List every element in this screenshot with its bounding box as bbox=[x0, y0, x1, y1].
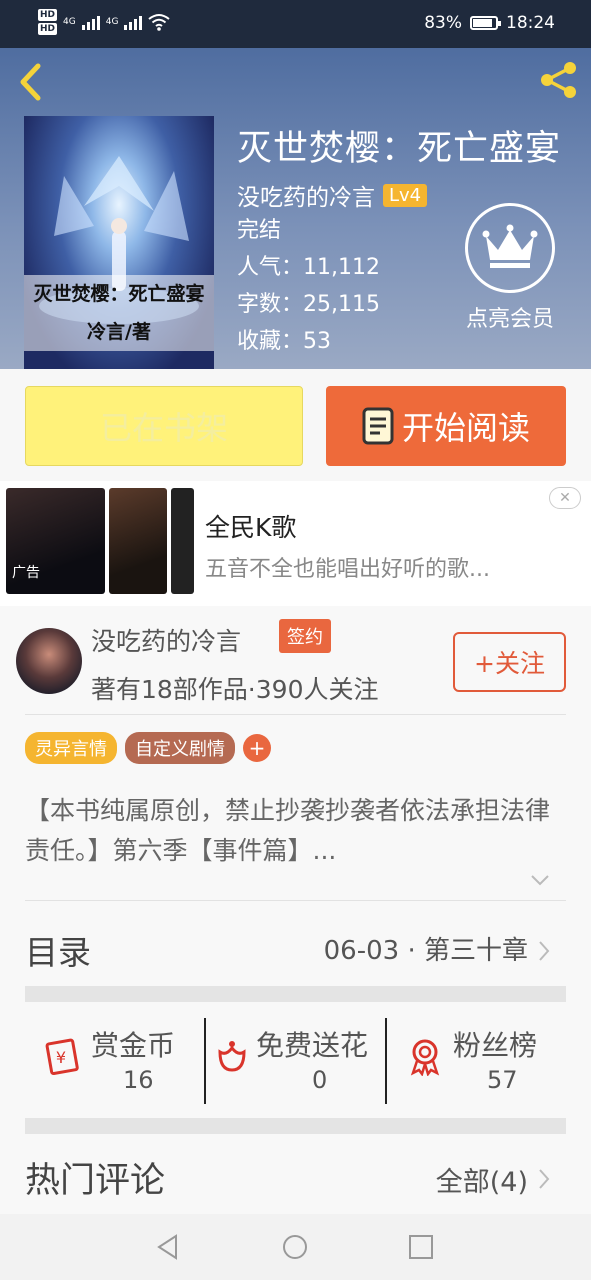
cover-caption: 灭世焚樱：死亡盛宴 冷言/著 bbox=[24, 275, 214, 351]
fan-ranking-button[interactable]: 粉丝榜 57 bbox=[385, 1018, 566, 1104]
chevron-right-icon bbox=[539, 1169, 550, 1189]
reward-coins-button[interactable]: ¥ 赏金币 16 bbox=[25, 1018, 204, 1104]
back-triangle-icon[interactable] bbox=[154, 1233, 182, 1261]
red-envelope-icon: ¥ bbox=[45, 1038, 79, 1076]
hd-badge-1: HD bbox=[38, 9, 58, 21]
reward-value: 16 bbox=[123, 1066, 154, 1094]
author-level-badge: Lv4 bbox=[383, 183, 428, 207]
book-cover[interactable]: 灭世焚樱：死亡盛宴 冷言/著 bbox=[24, 116, 214, 369]
ad-close-button[interactable]: ✕ bbox=[549, 487, 581, 509]
home-circle-icon[interactable] bbox=[281, 1233, 309, 1261]
tag-item[interactable]: 自定义剧情 bbox=[125, 732, 235, 764]
battery-percent: 83% bbox=[424, 13, 462, 33]
in-shelf-label: 已在书架 bbox=[99, 409, 228, 447]
ad-banner[interactable]: 广告 全民K歌 五音不全也能唱出好听的歌... ✕ bbox=[0, 481, 591, 606]
ad-description: 五音不全也能唱出好听的歌... bbox=[205, 557, 490, 582]
toc-title: 目录 bbox=[25, 933, 91, 972]
book-description[interactable]: 【本书纯属原创，禁止抄袭抄袭者依法承担法律责任。】第六季【事件篇】... bbox=[25, 791, 555, 871]
clock: 18:24 bbox=[506, 13, 555, 33]
network-type-2: 4G bbox=[105, 17, 119, 27]
svg-text:¥: ¥ bbox=[56, 1048, 66, 1067]
section-band bbox=[25, 1118, 566, 1134]
cover-title: 灭世焚樱：死亡盛宴 bbox=[33, 283, 205, 305]
member-button[interactable]: 点亮会员 bbox=[455, 203, 565, 333]
author-stats: 著有18部作品·390人关注 bbox=[91, 675, 379, 704]
medal-icon bbox=[410, 1039, 440, 1076]
status-bar: HD HD 4G 4G 83% 18:24 bbox=[0, 0, 591, 48]
author-name[interactable]: 没吃药的冷言 bbox=[91, 622, 241, 658]
book-details: 没吃药的冷言 签约 著有18部作品·390人关注 +关注 灵异言情 自定义剧情 … bbox=[0, 606, 591, 1214]
start-reading-label: 开始阅读 bbox=[401, 409, 530, 447]
all-comments-link[interactable]: 全部(4) bbox=[436, 1160, 528, 1199]
signed-badge: 签约 bbox=[279, 619, 331, 653]
follow-button[interactable]: +关注 bbox=[453, 632, 566, 692]
book-author[interactable]: 没吃药的冷言 bbox=[237, 178, 375, 212]
reward-value: 57 bbox=[487, 1066, 518, 1094]
reward-label: 免费送花 bbox=[256, 1029, 369, 1062]
hd-badge-2: HD bbox=[38, 23, 58, 35]
reward-bar: ¥ 赏金币 16 免费送花 0 粉丝榜 57 bbox=[25, 1018, 566, 1104]
reward-label: 粉丝榜 bbox=[453, 1029, 538, 1062]
cover-author: 冷言/著 bbox=[87, 321, 151, 343]
avatar[interactable] bbox=[16, 628, 82, 694]
tag-list: 灵异言情 自定义剧情 + bbox=[25, 732, 271, 764]
crown-icon bbox=[482, 224, 538, 268]
table-of-contents-row[interactable]: 目录 06-03 · 第三十章 bbox=[25, 924, 566, 986]
in-shelf-button[interactable]: 已在书架 bbox=[25, 386, 303, 466]
start-reading-button[interactable]: 开始阅读 bbox=[326, 386, 566, 466]
hot-comments-row[interactable]: 热门评论 全部(4) bbox=[25, 1144, 566, 1204]
ad-image-3 bbox=[171, 488, 194, 594]
book-icon bbox=[362, 407, 394, 445]
tag-item[interactable]: 灵异言情 bbox=[25, 732, 117, 764]
action-bar: 已在书架 开始阅读 bbox=[0, 369, 591, 481]
ad-image: 广告 bbox=[6, 488, 105, 594]
ad-image-2 bbox=[109, 488, 167, 594]
expand-chevron-icon[interactable] bbox=[530, 874, 550, 886]
chevron-right-icon bbox=[539, 941, 550, 961]
divider bbox=[25, 714, 566, 715]
follow-label: +关注 bbox=[474, 649, 545, 678]
network-type-1: 4G bbox=[63, 17, 76, 27]
section-band bbox=[25, 986, 566, 1002]
reward-value: 0 bbox=[312, 1066, 328, 1094]
signal-icon-2 bbox=[124, 14, 143, 30]
network-indicators: HD HD 4G 4G bbox=[38, 9, 171, 35]
comments-title: 热门评论 bbox=[25, 1161, 166, 1201]
battery-icon bbox=[470, 16, 501, 30]
latest-chapter: 06-03 · 第三十章 bbox=[323, 936, 528, 966]
book-header: 灭世焚樱：死亡盛宴 冷言/著 灭世焚樱：死亡盛宴 没吃药的冷言 Lv4 完结 人… bbox=[0, 48, 591, 369]
divider bbox=[25, 900, 566, 901]
flower-icon bbox=[218, 1041, 246, 1072]
system-nav-bar bbox=[0, 1214, 591, 1280]
back-arrow-icon[interactable] bbox=[14, 62, 48, 102]
share-icon[interactable] bbox=[537, 58, 581, 102]
book-title: 灭世焚樱：死亡盛宴 bbox=[237, 129, 562, 169]
reward-label: 赏金币 bbox=[91, 1029, 176, 1062]
add-tag-button[interactable]: + bbox=[243, 734, 271, 762]
send-flower-button[interactable]: 免费送花 0 bbox=[204, 1018, 385, 1104]
wifi-icon bbox=[148, 14, 171, 31]
ad-label: 广告 bbox=[12, 565, 40, 581]
member-label: 点亮会员 bbox=[465, 307, 554, 332]
ad-title: 全民K歌 bbox=[205, 513, 297, 542]
recent-apps-icon[interactable] bbox=[407, 1233, 435, 1261]
signal-icon bbox=[81, 14, 100, 30]
